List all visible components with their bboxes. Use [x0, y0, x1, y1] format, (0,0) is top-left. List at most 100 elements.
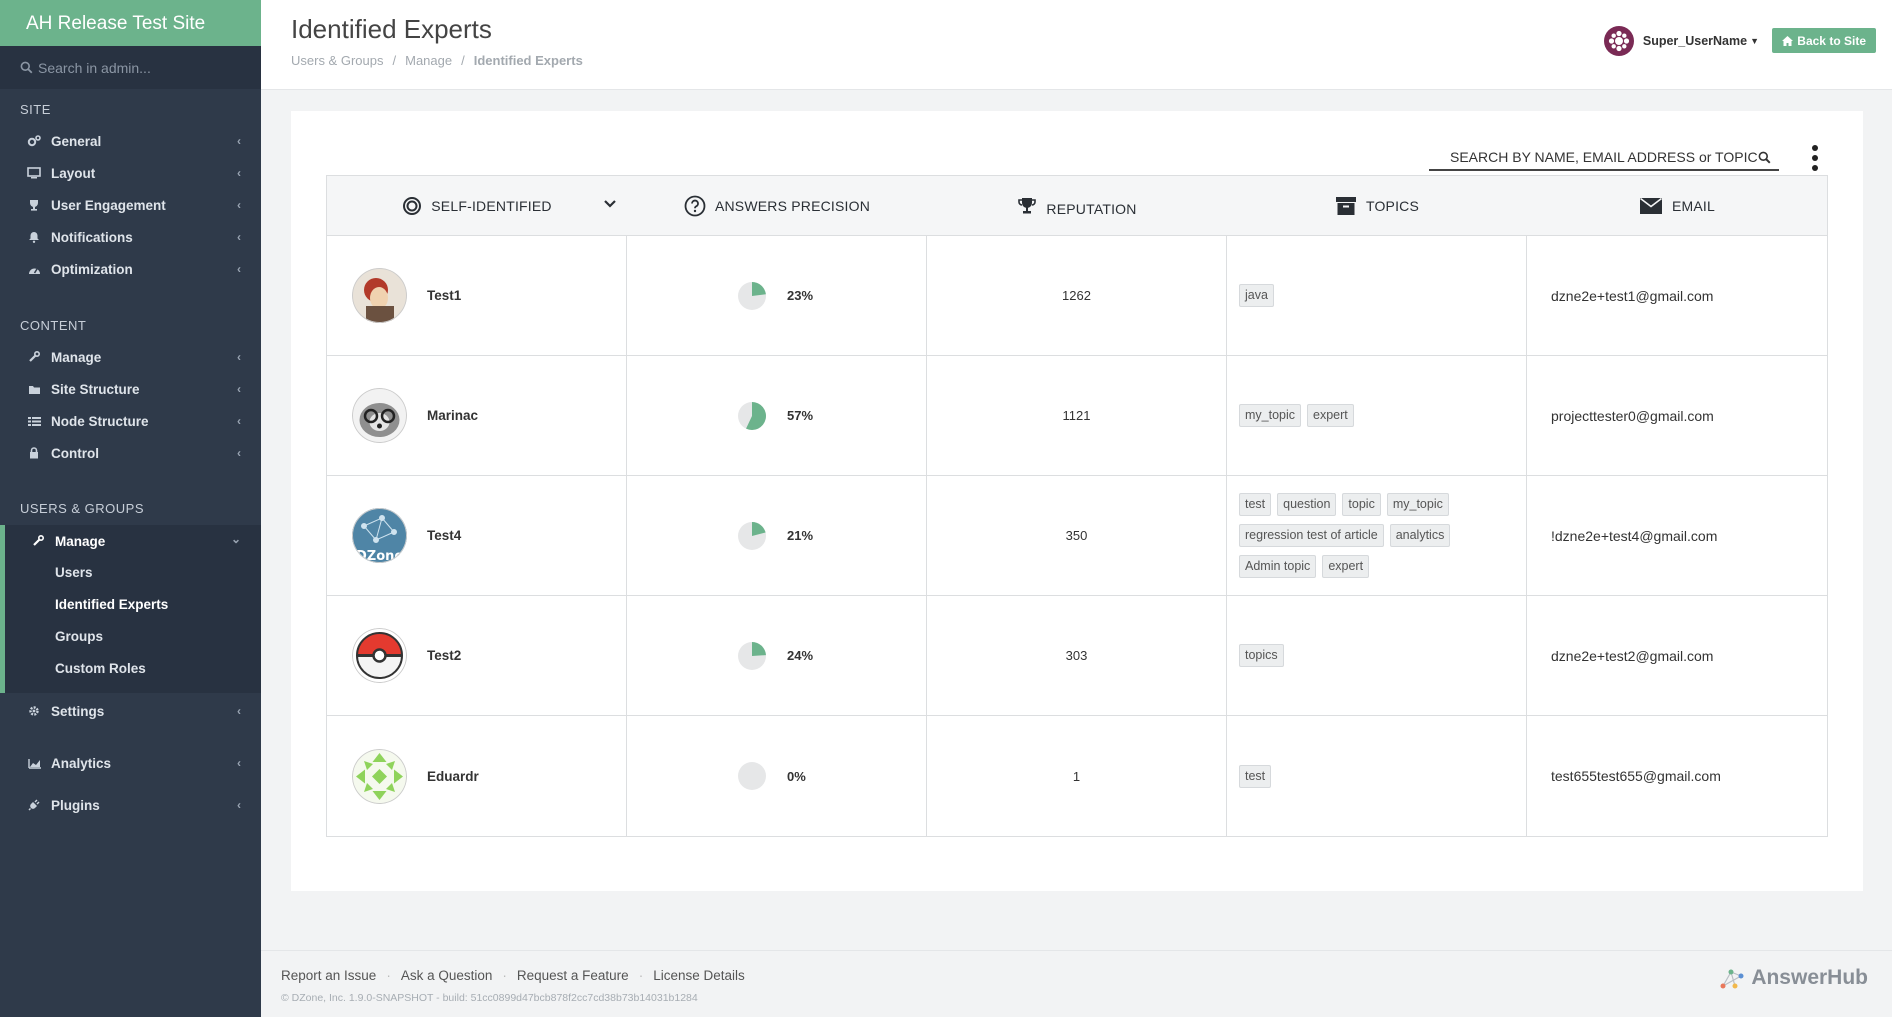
topic-tag[interactable]: question: [1277, 493, 1337, 516]
breadcrumb-manage[interactable]: Manage: [405, 53, 452, 68]
sidebar-item-plugins[interactable]: Plugins ‹: [0, 790, 261, 820]
user-menu[interactable]: Super_UserName ▼: [1603, 26, 1759, 56]
trophy-icon: [1018, 197, 1037, 213]
chevron-left-icon: ‹: [237, 134, 241, 148]
trophy-icon: [26, 198, 42, 212]
footer-link-license-details[interactable]: License Details: [653, 968, 745, 983]
column-reputation[interactable]: REPUTATION: [927, 176, 1227, 235]
topic-tag[interactable]: analytics: [1389, 524, 1451, 547]
column-topics[interactable]: TOPICS: [1227, 176, 1527, 235]
topic-tag[interactable]: expert: [1322, 555, 1370, 578]
back-to-site-button[interactable]: Back to Site: [1772, 28, 1876, 53]
sidebar-sub-groups[interactable]: Groups: [55, 629, 103, 644]
sidebar: AH Release Test Site Search in admin... …: [0, 0, 261, 1017]
experts-panel: SEARCH BY NAME, EMAIL ADDRESS or TOPIC S…: [291, 111, 1863, 891]
sidebar-sub-users[interactable]: Users: [55, 565, 93, 580]
experts-table: SELF-IDENTIFIED ANSWERS PRECISION REPUTA…: [326, 175, 1828, 837]
page-title: Identified Experts: [291, 14, 492, 44]
sidebar-item-notifications[interactable]: Notifications ‹: [0, 222, 261, 252]
sidebar-item-general[interactable]: General ‹: [0, 126, 261, 156]
chevron-down-icon[interactable]: [603, 199, 617, 209]
topic-tag[interactable]: java: [1239, 284, 1274, 307]
more-options-icon[interactable]: [1812, 145, 1818, 171]
reputation-cell: 350: [927, 476, 1227, 595]
search-icon[interactable]: [1758, 151, 1771, 164]
avatar: DZone: [352, 508, 407, 563]
sidebar-item-node-structure[interactable]: Node Structure ‹: [0, 406, 261, 436]
sidebar-item-analytics[interactable]: Analytics ‹: [0, 748, 261, 778]
sidebar-item-control[interactable]: Control ‹: [0, 438, 261, 468]
expert-name[interactable]: Eduardr: [427, 769, 479, 784]
expert-cell[interactable]: Marinac: [327, 356, 627, 475]
reputation-value: 303: [1065, 648, 1088, 663]
section-content: CONTENT: [20, 318, 87, 333]
column-self-identified[interactable]: SELF-IDENTIFIED: [327, 176, 627, 235]
copyright-text: © DZone, Inc. 1.9.0-SNAPSHOT - build: 51…: [281, 992, 698, 1004]
sidebar-item-site-structure[interactable]: Site Structure ‹: [0, 374, 261, 404]
column-label: REPUTATION: [1046, 200, 1137, 217]
sidebar-item-optimization[interactable]: Optimization ‹: [0, 254, 261, 284]
experts-search-placeholder: SEARCH BY NAME, EMAIL ADDRESS or TOPIC: [1450, 149, 1758, 165]
sidebar-item-label: Node Structure: [51, 413, 149, 429]
sidebar-sub-identified-experts[interactable]: Identified Experts: [55, 597, 168, 612]
email-cell: test655test655@gmail.com: [1527, 716, 1827, 836]
footer-separator: ·: [502, 968, 507, 983]
expert-cell[interactable]: Test2: [327, 596, 627, 715]
precision-value: 23%: [787, 288, 814, 303]
expert-cell[interactable]: Test1: [327, 236, 627, 355]
expert-name[interactable]: Test4: [427, 528, 461, 543]
expert-cell[interactable]: Eduardr: [327, 716, 627, 836]
breadcrumb-users-groups[interactable]: Users & Groups: [291, 53, 383, 68]
table-row: Test2 24% 303 topics dzne2e+test2@gmail.…: [327, 596, 1827, 716]
column-answers-precision[interactable]: ANSWERS PRECISION: [627, 176, 927, 235]
expert-name[interactable]: Test1: [427, 288, 461, 303]
topic-tag[interactable]: my_topic: [1239, 404, 1302, 427]
sidebar-item-label: General: [51, 133, 102, 149]
site-brand[interactable]: AH Release Test Site: [0, 0, 261, 46]
sidebar-item-layout[interactable]: Layout ‹: [0, 158, 261, 188]
topic-tag[interactable]: expert: [1307, 404, 1354, 427]
topic-tag[interactable]: test: [1239, 764, 1272, 788]
reputation-cell: 1262: [927, 236, 1227, 355]
sidebar-item-user-engagement[interactable]: User Engagement ‹: [0, 190, 261, 220]
sidebar-sub-custom-roles[interactable]: Custom Roles: [55, 661, 146, 676]
topic-tag[interactable]: regression test of article: [1239, 524, 1384, 547]
admin-search-input[interactable]: Search in admin...: [0, 46, 261, 89]
topic-tag[interactable]: Admin topic: [1239, 555, 1317, 578]
footer-link-report-issue[interactable]: Report an Issue: [281, 968, 376, 983]
sidebar-item-manage-content[interactable]: Manage ‹: [0, 342, 261, 372]
topic-tag[interactable]: my_topic: [1386, 493, 1449, 516]
footer-link-ask-question[interactable]: Ask a Question: [401, 968, 493, 983]
table-header: SELF-IDENTIFIED ANSWERS PRECISION REPUTA…: [327, 176, 1827, 236]
wrench-icon: [26, 350, 42, 364]
cogs-icon: [26, 134, 42, 148]
sidebar-item-settings[interactable]: Settings ‹: [0, 696, 261, 726]
sidebar-item-manage-users[interactable]: Manage ⌄: [0, 526, 261, 556]
topics-cell: my_topic expert: [1227, 356, 1527, 475]
topic-tag[interactable]: topic: [1342, 493, 1381, 516]
sidebar-item-label: Manage: [55, 533, 106, 549]
topic-tag[interactable]: test: [1239, 493, 1272, 516]
email-cell: !dzne2e+test4@gmail.com: [1527, 476, 1827, 595]
reputation-value: 350: [1065, 528, 1088, 543]
expert-name[interactable]: Test2: [427, 648, 461, 663]
sidebar-item-label: Layout: [51, 165, 96, 181]
expert-name[interactable]: Marinac: [427, 408, 478, 423]
expert-cell[interactable]: DZone Test4: [327, 476, 627, 595]
answerhub-logo[interactable]: AnswerHub: [1719, 966, 1868, 990]
experts-search-input[interactable]: SEARCH BY NAME, EMAIL ADDRESS or TOPIC: [1429, 145, 1779, 171]
column-label: SELF-IDENTIFIED: [431, 197, 552, 214]
footer-link-request-feature[interactable]: Request a Feature: [517, 968, 629, 983]
chevron-left-icon: ‹: [237, 756, 241, 770]
answerhub-logo-icon: [1720, 969, 1744, 989]
email-cell: projecttester0@gmail.com: [1527, 356, 1827, 475]
chevron-left-icon: ‹: [237, 230, 241, 244]
reputation-cell: 1121: [927, 356, 1227, 475]
precision-value: 0%: [787, 768, 806, 784]
topics-cell: test question topic my_topic regression …: [1227, 476, 1527, 595]
column-email[interactable]: EMAIL: [1527, 176, 1827, 235]
page-header: Identified Experts Users & Groups / Mana…: [261, 0, 1892, 90]
topic-tag[interactable]: topics: [1239, 644, 1284, 667]
precision-cell: 57%: [627, 356, 927, 475]
topics-cell: java: [1227, 236, 1527, 355]
